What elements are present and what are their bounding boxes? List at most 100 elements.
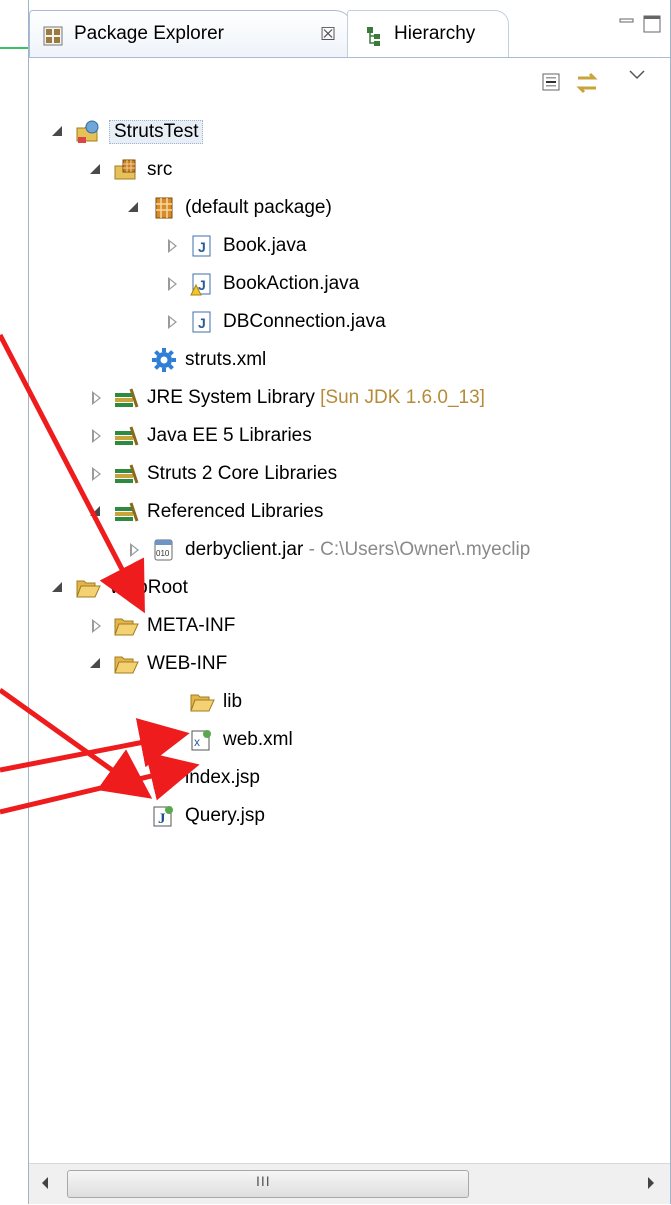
tree-item-web-inf[interactable]: WEB-INF bbox=[87, 646, 227, 682]
package-icon bbox=[151, 195, 177, 221]
tree-item-dbconnection-java-label: DBConnection.java bbox=[223, 311, 386, 332]
tree-item-webroot-label: WebRoot bbox=[109, 577, 188, 598]
jsp-file-icon: J bbox=[151, 803, 177, 829]
tree-item-struts-xml-label: struts.xml bbox=[185, 349, 267, 370]
scrollbar-grip: III bbox=[256, 1173, 271, 1189]
svg-text:J: J bbox=[198, 239, 206, 255]
link-with-editor-icon[interactable] bbox=[574, 70, 602, 102]
tree-item-bookaction-java-label: BookAction.java bbox=[223, 273, 360, 294]
open-folder-icon bbox=[113, 651, 139, 677]
tree-item-javaee-libraries-label: Java EE 5 Libraries bbox=[147, 425, 312, 446]
struts-config-gear-icon bbox=[151, 347, 177, 373]
expand-toggle[interactable] bbox=[87, 161, 105, 179]
java-file-warning-icon: J bbox=[189, 271, 215, 297]
expand-toggle[interactable] bbox=[163, 237, 181, 255]
horizontal-scrollbar[interactable]: III bbox=[29, 1163, 670, 1204]
expand-toggle[interactable] bbox=[163, 313, 181, 331]
tree-item-struts-core-libraries[interactable]: Struts 2 Core Libraries bbox=[87, 456, 337, 492]
window-controls bbox=[614, 10, 670, 46]
tree-item-web-inf-label: WEB-INF bbox=[147, 653, 228, 674]
xml-file-icon: x bbox=[189, 727, 215, 753]
maximize-icon[interactable] bbox=[643, 15, 661, 33]
library-icon bbox=[113, 461, 139, 487]
tab-hierarchy-label: Hierarchy bbox=[394, 23, 476, 44]
scrollbar-thumb[interactable]: III bbox=[67, 1170, 469, 1198]
tree-item-query-jsp-label: Query.jsp bbox=[185, 805, 265, 826]
java-file-icon: J bbox=[189, 233, 215, 259]
expand-toggle[interactable] bbox=[125, 199, 143, 217]
tree-item-project[interactable]: StrutsTest bbox=[49, 114, 204, 150]
tree-item-src-label: src bbox=[147, 159, 173, 180]
expand-toggle[interactable] bbox=[49, 123, 67, 141]
tree-item-jre-library-label: JRE System Library bbox=[147, 387, 315, 408]
tree-item-project-label: StrutsTest bbox=[109, 120, 204, 144]
tree-item-meta-inf[interactable]: META-INF bbox=[87, 608, 235, 644]
expand-toggle[interactable] bbox=[87, 427, 105, 445]
package-explorer-view: Package Explorer ☒ Hierarchy StrutsTest … bbox=[28, 0, 671, 1204]
expand-toggle[interactable] bbox=[125, 541, 143, 559]
svg-text:010: 010 bbox=[156, 549, 170, 558]
expand-toggle[interactable] bbox=[87, 389, 105, 407]
view-toolbar bbox=[29, 58, 670, 108]
tree-item-struts-core-libraries-label: Struts 2 Core Libraries bbox=[147, 463, 338, 484]
svg-text:J: J bbox=[158, 811, 166, 827]
tree-item-referenced-libraries-label: Referenced Libraries bbox=[147, 501, 324, 522]
open-folder-icon bbox=[113, 613, 139, 639]
tree-item-default-package[interactable]: (default package) bbox=[125, 190, 332, 226]
collapse-all-icon[interactable] bbox=[542, 73, 562, 99]
tab-package-explorer-label: Package Explorer bbox=[74, 23, 224, 44]
close-icon[interactable]: ☒ bbox=[320, 24, 336, 45]
expand-toggle[interactable] bbox=[163, 275, 181, 293]
tree-item-derbyclient-jar-label: derbyclient.jar bbox=[185, 539, 304, 560]
jar-file-icon: 010 bbox=[151, 537, 177, 563]
tree-item-web-xml[interactable]: x web.xml bbox=[189, 722, 293, 758]
tree-item-meta-inf-label: META-INF bbox=[147, 615, 236, 636]
expand-toggle[interactable] bbox=[87, 655, 105, 673]
tree-item-src[interactable]: src bbox=[87, 152, 172, 188]
view-tab-bar: Package Explorer ☒ Hierarchy bbox=[29, 0, 670, 59]
derbyclient-path-decoration: - C:\Users\Owner\.myeclip bbox=[308, 539, 531, 560]
expand-toggle[interactable] bbox=[87, 465, 105, 483]
tree-item-index-jsp[interactable]: J index.jsp bbox=[151, 760, 260, 796]
tab-package-explorer[interactable]: Package Explorer ☒ bbox=[29, 10, 353, 59]
scroll-right-arrow-icon[interactable] bbox=[645, 1175, 657, 1197]
svg-text:J: J bbox=[198, 315, 206, 331]
library-icon bbox=[113, 423, 139, 449]
tree-item-book-java-label: Book.java bbox=[223, 235, 307, 256]
expand-toggle[interactable] bbox=[49, 579, 67, 597]
view-menu-chevron-icon[interactable] bbox=[627, 66, 647, 88]
tree-item-javaee-libraries[interactable]: Java EE 5 Libraries bbox=[87, 418, 312, 454]
tree-item-web-xml-label: web.xml bbox=[223, 729, 293, 750]
minimize-icon[interactable] bbox=[619, 18, 634, 23]
library-icon bbox=[113, 499, 139, 525]
tab-hierarchy[interactable]: Hierarchy bbox=[347, 10, 509, 57]
jsp-file-icon: J bbox=[151, 765, 177, 791]
hierarchy-icon bbox=[364, 25, 386, 53]
tree-item-bookaction-java[interactable]: J BookAction.java bbox=[163, 266, 359, 302]
green-guide-line bbox=[0, 47, 28, 49]
tree-item-struts-xml[interactable]: struts.xml bbox=[151, 342, 266, 378]
tree-item-lib-label: lib bbox=[223, 691, 243, 712]
open-folder-icon bbox=[75, 575, 101, 601]
tree-item-default-package-label: (default package) bbox=[185, 197, 332, 218]
expand-toggle[interactable] bbox=[87, 503, 105, 521]
scroll-left-arrow-icon[interactable] bbox=[39, 1175, 51, 1197]
java-file-icon: J bbox=[189, 309, 215, 335]
tree-item-webroot[interactable]: WebRoot bbox=[49, 570, 188, 606]
tree-item-referenced-libraries[interactable]: Referenced Libraries bbox=[87, 494, 323, 530]
svg-text:x: x bbox=[194, 735, 200, 749]
tree-item-dbconnection-java[interactable]: J DBConnection.java bbox=[163, 304, 386, 340]
tree-item-jre-library[interactable]: JRE System Library [Sun JDK 1.6.0_13] bbox=[87, 380, 485, 416]
tree-item-lib[interactable]: lib bbox=[189, 684, 242, 720]
expand-toggle[interactable] bbox=[87, 617, 105, 635]
tree-item-derbyclient-jar[interactable]: 010 derbyclient.jar - C:\Users\Owner\.my… bbox=[125, 532, 530, 568]
tree-item-book-java[interactable]: J Book.java bbox=[163, 228, 306, 264]
tree-item-query-jsp[interactable]: J Query.jsp bbox=[151, 798, 265, 834]
svg-text:J: J bbox=[158, 773, 166, 789]
tree-item-index-jsp-label: index.jsp bbox=[185, 767, 260, 788]
open-folder-icon bbox=[189, 689, 215, 715]
library-icon bbox=[113, 385, 139, 411]
jre-version-decoration: [Sun JDK 1.6.0_13] bbox=[320, 387, 485, 408]
package-explorer-icon bbox=[42, 25, 64, 53]
source-folder-icon bbox=[113, 157, 139, 183]
